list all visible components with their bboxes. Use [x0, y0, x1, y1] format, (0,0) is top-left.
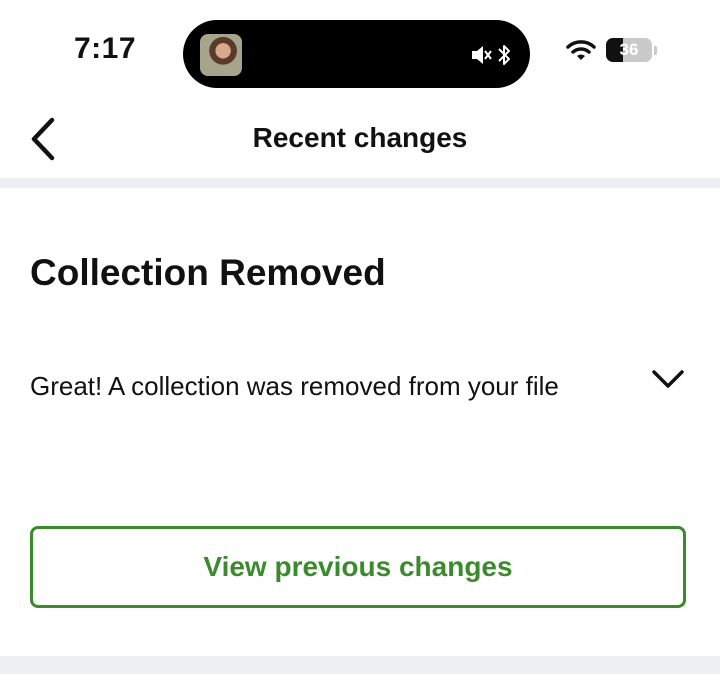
battery-icon: 36: [606, 38, 652, 62]
muted-speaker-icon: [472, 46, 492, 64]
change-title: Collection Removed: [30, 252, 386, 293]
wifi-icon: [566, 40, 596, 60]
status-bar: 7:17 36: [0, 0, 720, 100]
bluetooth-icon: [498, 45, 510, 65]
nav-bar: Recent changes: [0, 100, 720, 178]
dynamic-island[interactable]: [183, 20, 530, 88]
expand-button[interactable]: [648, 364, 688, 394]
island-icons: [470, 40, 512, 70]
change-description: Great! A collection was removed from you…: [30, 371, 559, 401]
change-row[interactable]: Great! A collection was removed from you…: [30, 360, 690, 412]
battery-tip: [654, 45, 657, 55]
section-divider-top: [0, 178, 720, 188]
page-title: Recent changes: [252, 122, 468, 153]
section-divider-bottom: [0, 656, 720, 674]
view-previous-changes-button[interactable]: View previous changes: [30, 526, 686, 608]
chevron-down-icon: [652, 370, 684, 388]
now-playing-thumbnail[interactable]: [200, 34, 242, 76]
battery-level: 36: [619, 40, 639, 59]
status-right: 36: [566, 38, 657, 62]
status-time: 7:17: [74, 32, 137, 65]
